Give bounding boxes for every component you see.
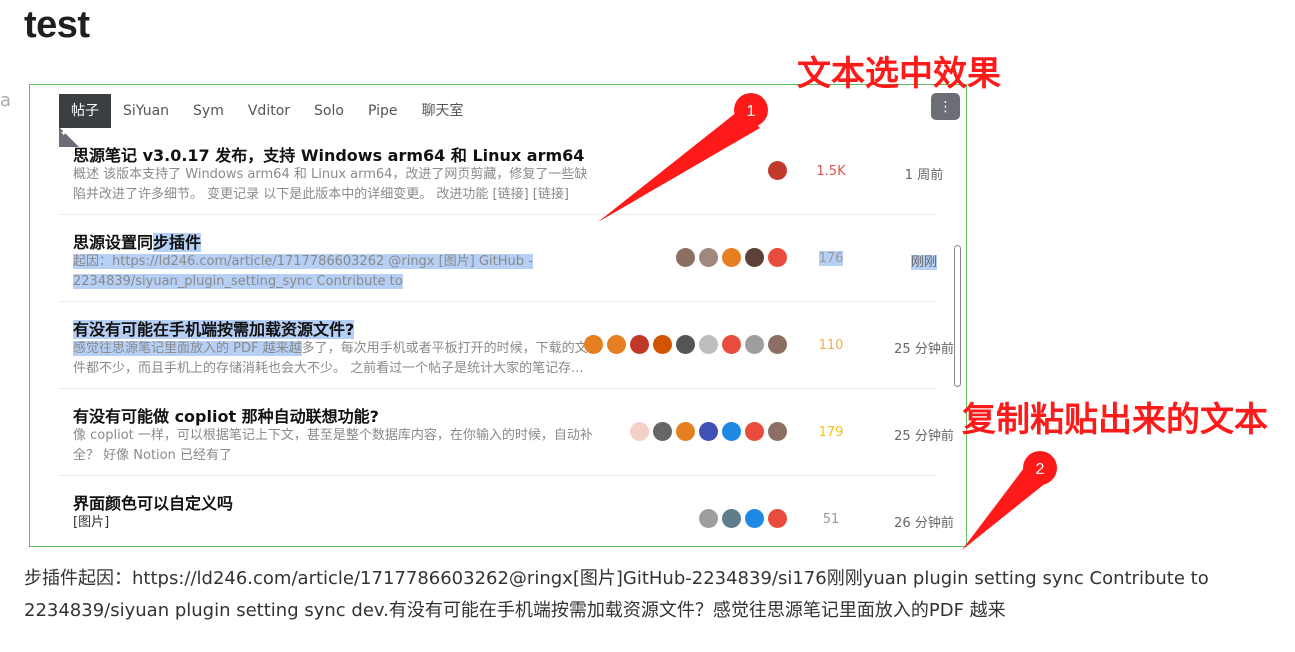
post-excerpt: 感觉往思源笔记里面放入的 PDF 越来越多了，每次用手机或者平板打开的时候，下载… <box>73 339 593 379</box>
page-title: test <box>24 4 90 46</box>
post-title[interactable]: 有没有可能在手机端按需加载资源文件? <box>73 316 355 340</box>
reply-count: 51 <box>822 512 840 527</box>
participants <box>630 422 787 441</box>
avatar[interactable] <box>745 335 764 354</box>
tab-chatroom[interactable]: 聊天室 <box>409 94 475 128</box>
avatar[interactable] <box>699 335 718 354</box>
title-selected: 步插件 <box>153 233 202 252</box>
avatar[interactable] <box>722 335 741 354</box>
participants <box>676 248 787 267</box>
post-title[interactable]: 界面颜色可以自定义吗 <box>73 490 233 514</box>
avatar[interactable] <box>653 422 672 441</box>
avatar[interactable] <box>699 509 718 528</box>
avatar[interactable] <box>768 509 787 528</box>
post-time: 1 周前 <box>904 168 944 183</box>
list-item[interactable]: 思源笔记 v3.0.17 发布，支持 Windows arm64 和 Linux… <box>59 128 943 215</box>
post-excerpt: [图片] <box>73 515 110 530</box>
post-time: 25 分钟前 <box>894 429 954 444</box>
count-selected: 176 <box>818 251 844 266</box>
avatar[interactable] <box>745 422 764 441</box>
tab-solo[interactable]: Solo <box>302 94 356 128</box>
avatar[interactable] <box>584 335 603 354</box>
avatar[interactable] <box>768 422 787 441</box>
participants <box>584 335 787 354</box>
list-item[interactable]: 有没有可能在手机端按需加载资源文件? 感觉往思源笔记里面放入的 PDF 越来越多… <box>59 302 954 389</box>
excerpt-selected: 感觉往思源笔记里面放入的 PDF 越来越 <box>73 341 302 356</box>
tab-pipe[interactable]: Pipe <box>356 94 410 128</box>
list-item[interactable]: 思源设置同步插件 起因：https://ld246.com/article/17… <box>59 215 937 302</box>
annotation-arrow-2 <box>962 451 1057 550</box>
tab-siyuan[interactable]: SiYuan <box>111 94 181 128</box>
avatar[interactable] <box>745 248 764 267</box>
pasted-text: 步插件起因：https://ld246.com/article/17177866… <box>24 568 1209 621</box>
avatar[interactable] <box>630 335 649 354</box>
tab-sym[interactable]: Sym <box>181 94 236 128</box>
avatar[interactable] <box>722 248 741 267</box>
avatar[interactable] <box>768 335 787 354</box>
participants <box>699 509 787 528</box>
time-selected: 刚刚 <box>910 255 937 270</box>
annotation-marker-2: 2 <box>1036 461 1045 478</box>
avatar[interactable] <box>676 335 695 354</box>
post-excerpt: 像 copliot 一样，可以根据笔记上下文，甚至是整个数据库内容，在你输入的时… <box>73 428 593 463</box>
reply-count: 1.5K <box>816 164 846 179</box>
avatar[interactable] <box>722 422 741 441</box>
reply-count: 110 <box>818 338 844 353</box>
title-selected: 有没有可能在手机端按需加载资源文件? <box>73 320 355 339</box>
post-list: 思源笔记 v3.0.17 发布，支持 Windows arm64 和 Linux… <box>59 128 954 546</box>
reply-count: 176 <box>809 251 853 266</box>
avatar[interactable] <box>699 422 718 441</box>
more-vertical-icon: ⋮ <box>938 98 953 115</box>
post-excerpt: 起因：https://ld246.com/article/17177866032… <box>73 252 593 292</box>
avatar[interactable] <box>676 422 695 441</box>
reply-count: 179 <box>818 425 844 440</box>
post-title[interactable]: 思源设置同步插件 <box>73 229 202 253</box>
avatar[interactable] <box>768 248 787 267</box>
annotation-label-pasted: 复制粘贴出来的文本 <box>962 400 1268 440</box>
annotation-label-selection: 文本选中效果 <box>797 54 1001 94</box>
list-item[interactable]: 有没有可能做 copliot 那种自动联想功能? 像 copliot 一样，可以… <box>59 389 954 476</box>
list-scrollbar[interactable] <box>954 245 961 387</box>
tab-vditor[interactable]: Vditor <box>236 94 302 128</box>
more-menu-button[interactable]: ⋮ <box>931 93 960 120</box>
avatar[interactable] <box>607 335 626 354</box>
embedded-widget-frame: 帖子 SiYuan Sym Vditor Solo Pipe 聊天室 ⋮ ✦ 思… <box>29 84 967 547</box>
excerpt-selected: 起因：https://ld246.com/article/17177866032… <box>73 254 533 292</box>
avatar[interactable] <box>699 248 718 267</box>
post-title[interactable]: 有没有可能做 copliot 那种自动联想功能? <box>73 403 379 427</box>
title-unselected: 思源设置同 <box>73 233 154 252</box>
avatar[interactable] <box>768 161 787 180</box>
avatar[interactable] <box>676 248 695 267</box>
edge-glyph: a <box>0 90 12 111</box>
tab-posts[interactable]: 帖子 <box>59 94 111 128</box>
participants <box>768 161 787 180</box>
post-time: 26 分钟前 <box>894 516 954 531</box>
post-title[interactable]: 思源笔记 v3.0.17 发布，支持 Windows arm64 和 Linux… <box>73 142 584 166</box>
post-excerpt: 概述 该版本支持了 Windows arm64 和 Linux arm64，改进… <box>73 167 588 202</box>
avatar[interactable] <box>630 422 649 441</box>
avatar[interactable] <box>745 509 764 528</box>
avatar[interactable] <box>722 509 741 528</box>
tab-bar: 帖子 SiYuan Sym Vditor Solo Pipe 聊天室 <box>59 94 475 128</box>
avatar[interactable] <box>653 335 672 354</box>
list-item[interactable]: 界面颜色可以自定义吗 [图片] 51 26 分钟前 <box>59 476 954 546</box>
